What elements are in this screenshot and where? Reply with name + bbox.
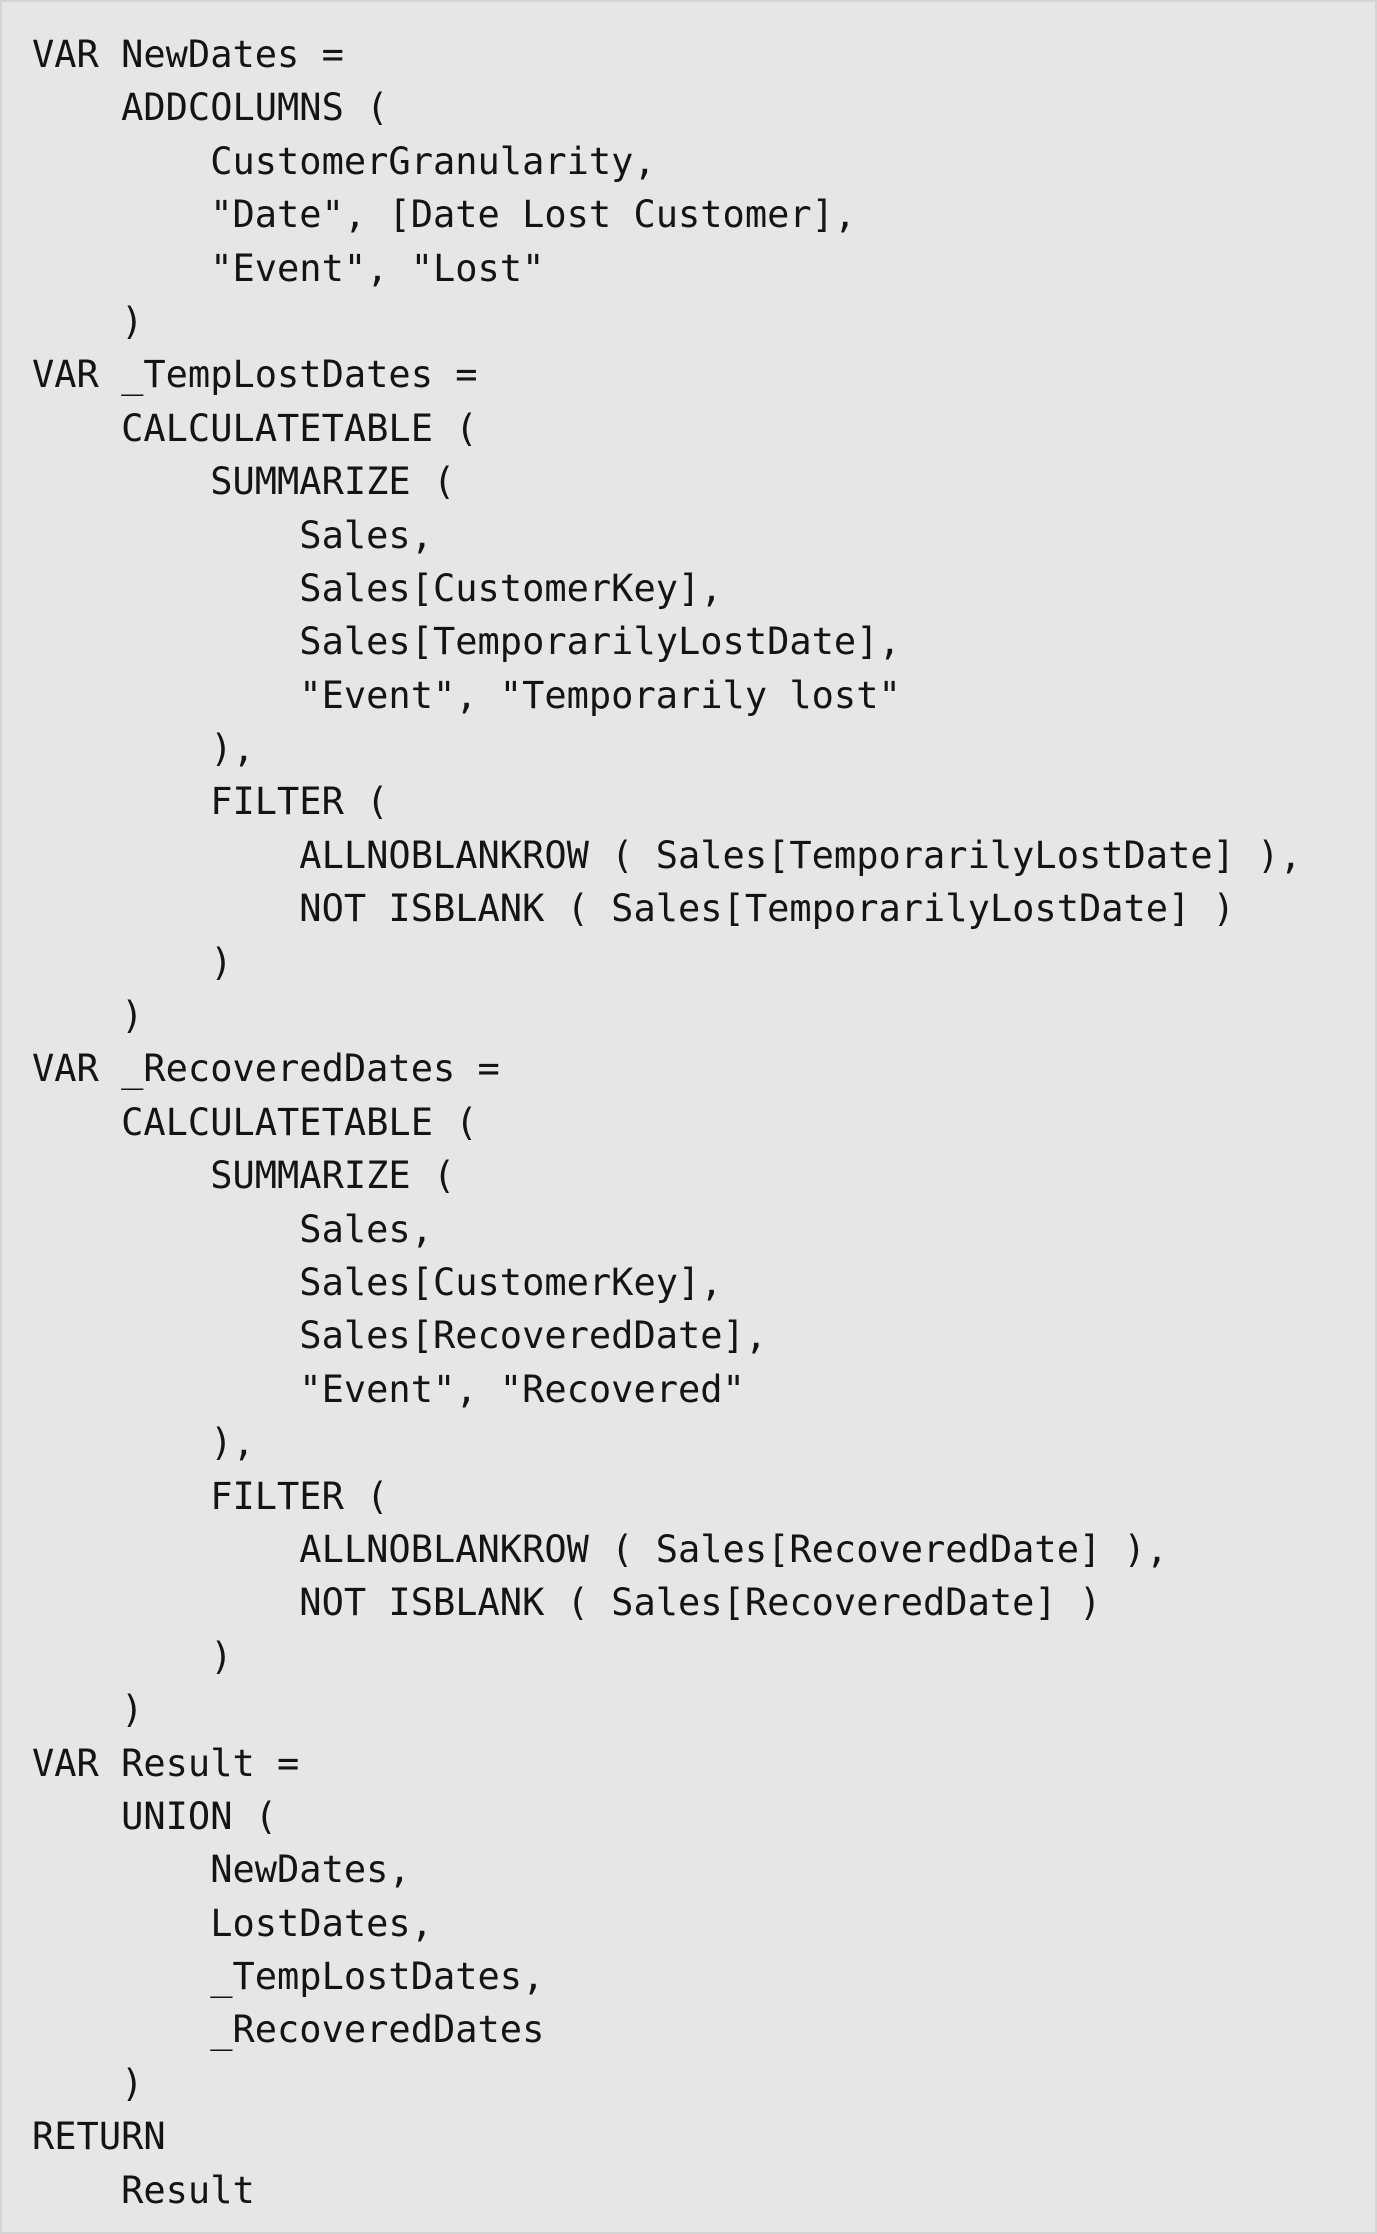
code-line: Sales, xyxy=(32,1207,433,1251)
code-line: NewDates, xyxy=(32,1848,411,1892)
code-line: ), xyxy=(32,727,255,771)
code-line: FILTER ( xyxy=(32,1474,389,1518)
code-line: RETURN xyxy=(32,2115,166,2159)
code-line: VAR _RecoveredDates = xyxy=(32,1047,500,1091)
code-line: SUMMARIZE ( xyxy=(32,1154,456,1198)
code-line: Result xyxy=(32,2168,255,2212)
code-line: ) xyxy=(32,299,144,343)
code-line: "Date", [Date Lost Customer], xyxy=(32,193,857,237)
code-line: ADDCOLUMNS ( xyxy=(32,86,389,130)
code-line: VAR NewDates = xyxy=(32,33,344,76)
code-line: ALLNOBLANKROW ( Sales[RecoveredDate] ), xyxy=(32,1527,1169,1571)
code-line: "Event", "Lost" xyxy=(32,246,545,290)
code-line: VAR _TempLostDates = xyxy=(32,353,478,397)
code-line: ) xyxy=(32,2061,144,2105)
code-line: "Event", "Temporarily lost" xyxy=(32,673,901,717)
code-line: UNION ( xyxy=(32,1794,278,1838)
code-line: ) xyxy=(32,994,144,1038)
code-block: VAR NewDates = ADDCOLUMNS ( CustomerGran… xyxy=(32,28,1302,2217)
code-line: SUMMARIZE ( xyxy=(32,460,456,504)
code-line: CALCULATETABLE ( xyxy=(32,406,478,450)
code-line: VAR Result = xyxy=(32,1741,300,1785)
code-line: Sales, xyxy=(32,513,433,557)
code-line: ) xyxy=(32,1634,233,1678)
code-line: Sales[CustomerKey], xyxy=(32,566,723,610)
code-line: CustomerGranularity, xyxy=(32,139,656,183)
code-line: ) xyxy=(32,940,233,984)
code-listing-panel: VAR NewDates = ADDCOLUMNS ( CustomerGran… xyxy=(0,0,1377,2234)
code-line: Sales[TemporarilyLostDate], xyxy=(32,620,901,664)
code-line: Sales[RecoveredDate], xyxy=(32,1314,768,1358)
code-line: ) xyxy=(32,1688,144,1732)
code-line: ), xyxy=(32,1421,255,1465)
code-line: NOT ISBLANK ( Sales[TemporarilyLostDate]… xyxy=(32,887,1235,931)
code-line: CALCULATETABLE ( xyxy=(32,1100,478,1144)
code-line: _TempLostDates, xyxy=(32,1955,545,1999)
code-line: LostDates, xyxy=(32,1901,433,1945)
code-line: Sales[CustomerKey], xyxy=(32,1260,723,1304)
code-line: "Event", "Recovered" xyxy=(32,1367,745,1411)
code-line: _RecoveredDates xyxy=(32,2008,545,2052)
code-line: ALLNOBLANKROW ( Sales[TemporarilyLostDat… xyxy=(32,833,1302,877)
code-line: NOT ISBLANK ( Sales[RecoveredDate] ) xyxy=(32,1581,1102,1625)
code-line: FILTER ( xyxy=(32,780,389,824)
